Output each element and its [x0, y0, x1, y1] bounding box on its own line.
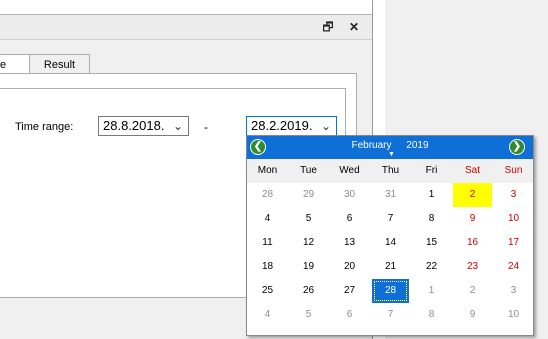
calendar-day[interactable]: 1 [411, 279, 452, 303]
calendar-dropdown: ❮ February 2019 ▼ ❯ Mon Tue Wed Thu Fri Sat Su… [246, 135, 534, 336]
date-from-picker[interactable]: 28.8.2018. ⌄ [98, 116, 189, 136]
date-to-value: 28.2.2019. [251, 118, 313, 133]
calendar-day[interactable]: 10 [493, 303, 534, 327]
calendar-day[interactable]: 28 [247, 183, 288, 207]
calendar-day[interactable]: 5 [288, 303, 329, 327]
calendar-day[interactable]: 27 [329, 279, 370, 303]
calendar-day[interactable]: 3 [493, 279, 534, 303]
restore-icon[interactable]: 🗗 [320, 19, 336, 35]
panel-titlebar: 🗗 ✕ [0, 15, 372, 40]
weekday-tue: Tue [300, 165, 317, 176]
calendar-day[interactable]: 23 [452, 255, 493, 279]
chevron-down-icon[interactable]: ⌄ [321, 117, 331, 135]
calendar-day[interactable]: 11 [247, 231, 288, 255]
calendar-header: ❮ February 2019 ▼ ❯ [247, 136, 533, 159]
month-label[interactable]: February [351, 140, 391, 151]
tab-active[interactable]: e [0, 54, 30, 74]
tab-strip: e Result [0, 40, 372, 74]
year-label[interactable]: 2019 [406, 140, 428, 151]
calendar-day[interactable]: 29 [288, 183, 329, 207]
calendar-day[interactable]: 7 [370, 207, 411, 231]
range-separator: - [204, 120, 208, 134]
calendar-day[interactable]: 31 [370, 183, 411, 207]
calendar-day[interactable]: 13 [329, 231, 370, 255]
calendar-day[interactable]: 16 [452, 231, 493, 255]
calendar-day[interactable]: 10 [493, 207, 534, 231]
close-icon[interactable]: ✕ [346, 19, 362, 35]
calendar-day[interactable]: 15 [411, 231, 452, 255]
calendar-day[interactable]: 4 [247, 303, 288, 327]
calendar-day[interactable]: 17 [493, 231, 534, 255]
calendar-day[interactable]: 18 [247, 255, 288, 279]
time-range-label: Time range: [15, 121, 74, 133]
calendar-day[interactable]: 1 [411, 183, 452, 207]
calendar-day[interactable]: 20 [329, 255, 370, 279]
weekday-thu: Thu [381, 165, 400, 176]
calendar-day[interactable]: 24 [493, 255, 534, 279]
month-dropdown-icon[interactable]: ▼ [388, 151, 395, 158]
calendar-day[interactable]: 2 [453, 183, 492, 207]
calendar-day[interactable]: 3 [493, 183, 534, 207]
calendar-day[interactable]: 4 [247, 207, 288, 231]
calendar-day[interactable]: 5 [288, 207, 329, 231]
calendar-day[interactable]: 12 [288, 231, 329, 255]
weekday-mon: Mon [257, 165, 278, 176]
calendar-title[interactable]: February 2019 [247, 140, 533, 151]
date-to-picker[interactable]: 28.2.2019. ⌄ [246, 116, 337, 136]
calendar-day[interactable]: 9 [452, 303, 493, 327]
calendar-day[interactable]: 26 [288, 279, 329, 303]
weekday-wed: Wed [339, 165, 360, 176]
weekday-fri: Fri [425, 165, 438, 176]
calendar-day[interactable]: 22 [411, 255, 452, 279]
calendar-day[interactable]: 14 [370, 231, 411, 255]
top-area [0, 0, 372, 15]
calendar-day[interactable]: 8 [411, 207, 452, 231]
date-from-value: 28.8.2018. [103, 118, 165, 133]
weekday-header: Mon Tue Wed Thu Fri Sat Sun [247, 159, 533, 183]
calendar-day[interactable]: 28 [372, 279, 409, 303]
calendar-day[interactable]: 9 [452, 207, 493, 231]
calendar-day[interactable]: 6 [329, 303, 370, 327]
weekday-sat: Sat [464, 165, 480, 176]
calendar-day[interactable]: 6 [329, 207, 370, 231]
calendar-day[interactable]: 2 [452, 279, 493, 303]
chevron-down-icon[interactable]: ⌄ [173, 117, 183, 135]
next-month-icon[interactable]: ❯ [509, 139, 525, 155]
calendar-day[interactable]: 19 [288, 255, 329, 279]
calendar-day[interactable]: 21 [370, 255, 411, 279]
calendar-day[interactable]: 7 [370, 303, 411, 327]
weekday-sun: Sun [504, 165, 523, 176]
tab-result[interactable]: Result [30, 54, 90, 74]
calendar-day[interactable]: 25 [247, 279, 288, 303]
calendar-day[interactable]: 8 [411, 303, 452, 327]
calendar-day[interactable]: 30 [329, 183, 370, 207]
